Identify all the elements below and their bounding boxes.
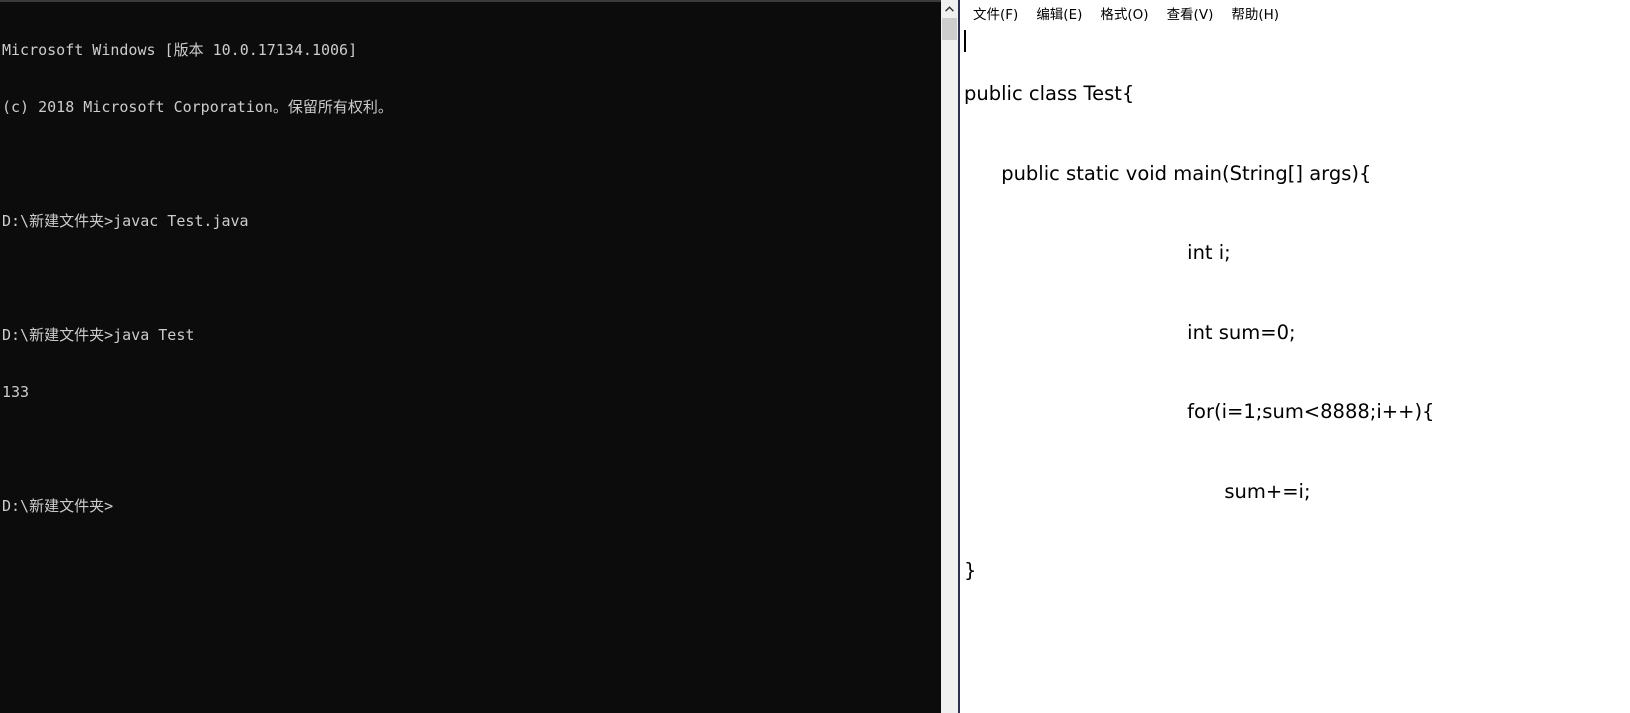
- menu-view[interactable]: 查看(V): [1158, 1, 1223, 25]
- menu-format[interactable]: 格式(O): [1091, 1, 1157, 25]
- console-top-border: [0, 0, 941, 2]
- code-line: int i;: [964, 241, 1231, 264]
- console-line: 133: [2, 383, 30, 401]
- console-line: D:\新建文件夹>java Test: [2, 326, 195, 344]
- notepad-window[interactable]: 文件(F) 编辑(E) 格式(O) 查看(V) 帮助(H) public cla…: [960, 0, 1630, 713]
- code-line: int sum=0;: [964, 320, 1296, 344]
- text-caret: [964, 30, 966, 52]
- menu-file[interactable]: 文件(F): [964, 1, 1027, 25]
- console-line: (c) 2018 Microsoft Corporation。保留所有权利。: [2, 98, 393, 116]
- code-line: for(i=1;sum<8888;i++){: [964, 400, 1435, 423]
- code-line: sum+=i;: [964, 479, 1311, 503]
- console-line: D:\新建文件夹>javac Test.java: [2, 212, 249, 230]
- console-scrollbar[interactable]: [941, 0, 959, 713]
- command-prompt-window[interactable]: Microsoft Windows [版本 10.0.17134.1006] (…: [0, 0, 941, 713]
- code-line: public static void main(String[] args){: [964, 161, 1372, 185]
- notepad-text-area[interactable]: public class Test{ public static void ma…: [960, 26, 1630, 713]
- code-line: }: [964, 559, 977, 582]
- notepad-menubar: 文件(F) 编辑(E) 格式(O) 查看(V) 帮助(H): [960, 0, 1630, 26]
- code-line: public class Test{: [964, 82, 1135, 105]
- menu-edit[interactable]: 编辑(E): [1027, 1, 1091, 25]
- console-line: D:\新建文件夹>: [2, 497, 114, 515]
- console-scrollbar-thumb[interactable]: [942, 18, 957, 40]
- screen: Microsoft Windows [版本 10.0.17134.1006] (…: [0, 0, 1630, 713]
- chevron-up-icon[interactable]: [941, 0, 958, 17]
- console-line: Microsoft Windows [版本 10.0.17134.1006]: [2, 41, 358, 59]
- menu-help[interactable]: 帮助(H): [1222, 1, 1288, 25]
- console-output: Microsoft Windows [版本 10.0.17134.1006] (…: [2, 3, 907, 554]
- console-scrollbar-track[interactable]: [941, 40, 958, 713]
